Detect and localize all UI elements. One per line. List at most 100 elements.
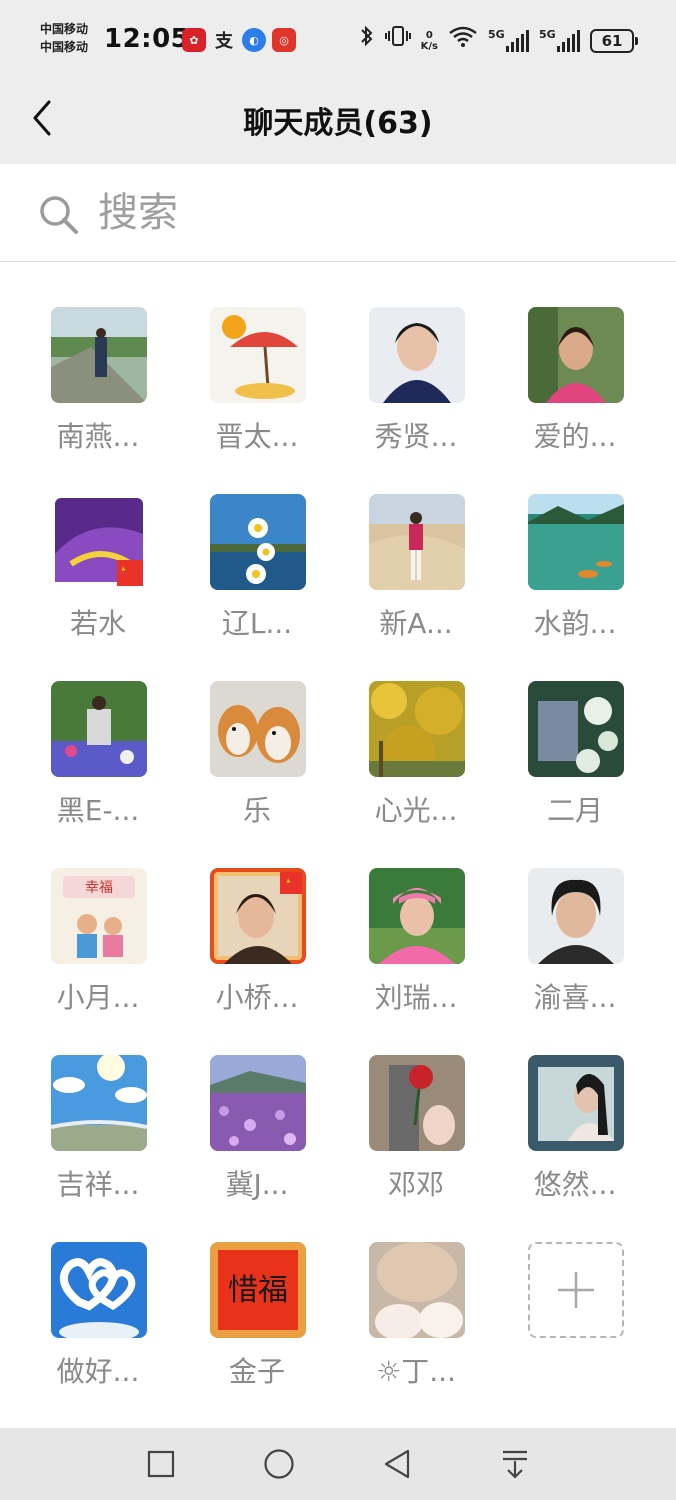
avatar <box>369 868 465 964</box>
vibrate-icon <box>384 24 411 57</box>
member-item[interactable]: 悠然... <box>500 1055 650 1225</box>
system-back-button[interactable] <box>338 1428 456 1500</box>
circle-icon <box>264 1449 294 1479</box>
member-name: 心光... <box>374 794 458 827</box>
member-name: 新A... <box>379 607 453 640</box>
avatar-art-text: 幸福 <box>85 880 113 896</box>
member-item[interactable]: 新A... <box>341 494 491 664</box>
member-item[interactable]: 黑E-... <box>23 681 173 851</box>
add-member-box[interactable] <box>528 1242 624 1338</box>
member-item[interactable]: 小桥... <box>182 868 332 1038</box>
carrier-info: 中国移动 中国移动 <box>40 20 88 56</box>
avatar <box>528 307 624 403</box>
avatar <box>51 1242 147 1338</box>
plus-icon <box>558 1272 594 1308</box>
member-name: 冀J... <box>225 1168 289 1201</box>
member-item[interactable]: 冀J... <box>182 1055 332 1225</box>
back-triangle-icon <box>384 1449 410 1479</box>
notification-pull-button[interactable] <box>456 1428 574 1500</box>
avatar <box>210 681 306 777</box>
member-name: 悠然... <box>533 1168 617 1201</box>
member-name: 邓邓 <box>387 1168 444 1201</box>
member-item[interactable]: 邓邓 <box>341 1055 491 1225</box>
avatar <box>210 494 306 590</box>
member-name: 金子 <box>228 1355 285 1388</box>
member-name: 乐 <box>242 794 271 827</box>
avatar <box>528 494 624 590</box>
avatar <box>210 1055 306 1151</box>
search-input[interactable] <box>98 186 638 240</box>
search-bar <box>0 164 676 262</box>
battery-level: 61 <box>601 31 623 50</box>
avatar: 惜福 <box>210 1242 306 1338</box>
member-name: 小月... <box>56 981 140 1014</box>
carrier-line-1: 中国移动 <box>40 22 89 36</box>
member-item[interactable]: 爱的... <box>500 307 650 477</box>
browser-icon: ◐ <box>242 28 266 52</box>
member-item[interactable]: 惜福 金子 <box>182 1242 332 1412</box>
system-nav-bar <box>0 1428 676 1500</box>
battery-indicator: 61 <box>590 28 638 53</box>
member-item[interactable]: 南燕... <box>23 307 173 477</box>
member-item[interactable]: 心光... <box>341 681 491 851</box>
avatar <box>369 1055 465 1151</box>
member-name: 晋太... <box>215 420 299 453</box>
sim2-label: 5G <box>539 27 556 41</box>
member-name: 渝喜... <box>533 981 617 1014</box>
wifi-icon <box>448 24 478 57</box>
net-speed-unit: K/s <box>420 40 438 52</box>
signal-icon-2: 5G <box>539 27 580 52</box>
member-item[interactable]: 晋太... <box>182 307 332 477</box>
member-item[interactable]: 水韵... <box>500 494 650 664</box>
sim1-label: 5G <box>488 27 505 41</box>
member-name: 秀贤... <box>374 420 458 453</box>
member-item[interactable]: 辽L... <box>182 494 332 664</box>
avatar <box>528 1055 624 1151</box>
member-item[interactable]: 二月 <box>500 681 650 851</box>
avatar <box>369 307 465 403</box>
red-coupon-app-icon: ◎ <box>272 28 296 52</box>
net-speed: 0 K/s <box>421 30 438 52</box>
status-bar: 中国移动 中国移动 12:05 ✿ 支 ◐ ◎ 0 K/s 5G 5G 61 <box>0 0 676 80</box>
member-name: 黑E-... <box>56 794 140 827</box>
header-bar: 聊天成员(63) <box>0 80 676 164</box>
member-name: 二月 <box>546 794 603 827</box>
member-item[interactable]: 渝喜... <box>500 868 650 1038</box>
avatar <box>369 1242 465 1338</box>
member-item[interactable]: 刘瑞... <box>341 868 491 1038</box>
status-app-icons: ✿ 支 ◐ ◎ <box>182 28 296 52</box>
recent-apps-button[interactable] <box>102 1428 220 1500</box>
avatar <box>528 868 624 964</box>
member-item[interactable]: ☼丁... <box>341 1242 491 1412</box>
member-name: ☼丁... <box>376 1355 456 1388</box>
avatar <box>51 494 147 590</box>
avatar <box>528 681 624 777</box>
member-item[interactable]: 乐 <box>182 681 332 851</box>
member-item[interactable]: 幸福 小月... <box>23 868 173 1038</box>
member-item[interactable]: 若水 <box>23 494 173 664</box>
member-name: 若水 <box>69 607 126 640</box>
member-name: 刘瑞... <box>374 981 458 1014</box>
member-item[interactable]: 秀贤... <box>341 307 491 477</box>
avatar <box>210 868 306 964</box>
member-item[interactable]: 做好... <box>23 1242 173 1412</box>
bluetooth-icon <box>359 24 375 57</box>
red-app-icon: ✿ <box>182 28 206 52</box>
avatar <box>369 681 465 777</box>
net-speed-value: 0 <box>425 29 433 41</box>
avatar <box>51 307 147 403</box>
home-button[interactable] <box>220 1428 338 1500</box>
avatar <box>369 494 465 590</box>
signal-icon: 5G <box>488 27 529 52</box>
carrier-line-2: 中国移动 <box>40 40 89 54</box>
notification-pull-icon <box>503 1450 527 1479</box>
member-name: 吉祥... <box>56 1168 140 1201</box>
add-member-button[interactable] <box>500 1242 650 1412</box>
status-time: 12:05 <box>104 24 190 54</box>
member-item[interactable]: 吉祥... <box>23 1055 173 1225</box>
square-icon <box>147 1450 175 1478</box>
search-icon <box>40 196 78 234</box>
member-name: 南燕... <box>56 420 140 453</box>
member-name: 水韵... <box>533 607 617 640</box>
member-name: 小桥... <box>215 981 299 1014</box>
